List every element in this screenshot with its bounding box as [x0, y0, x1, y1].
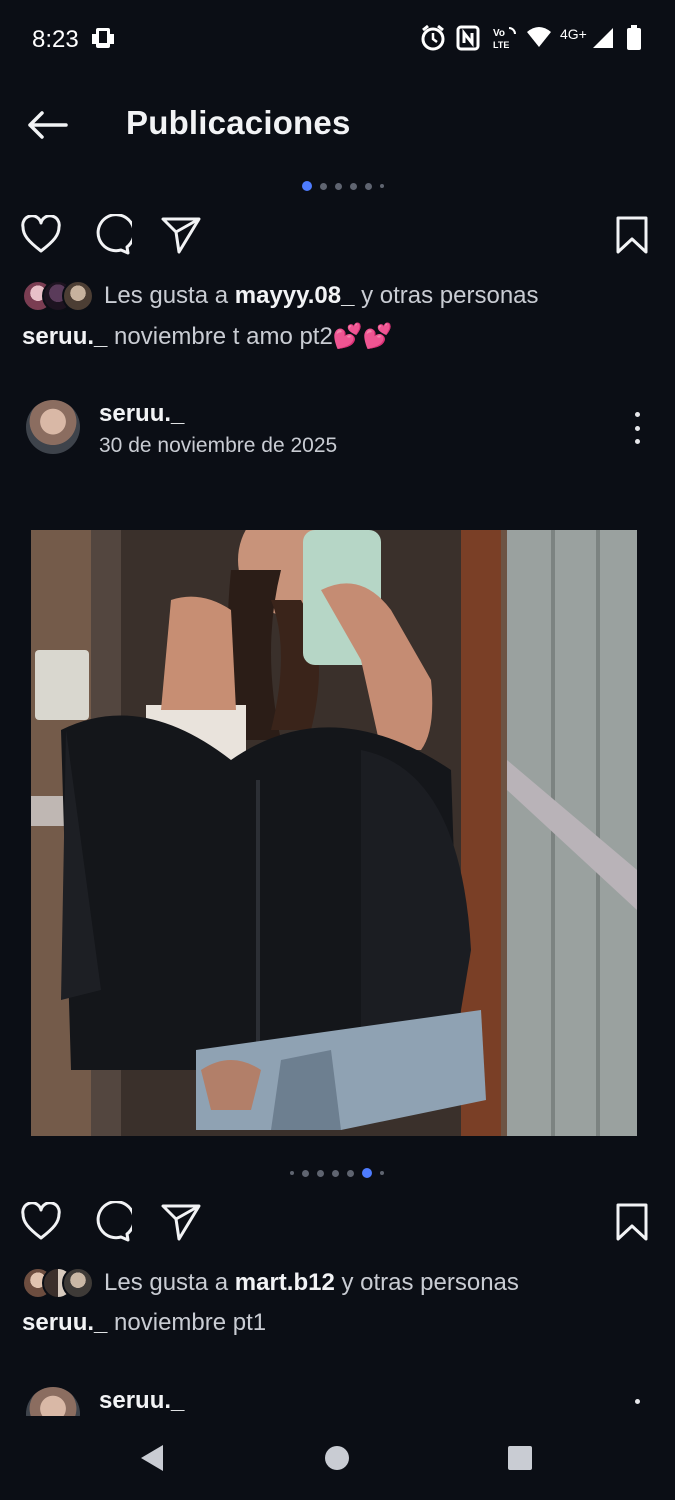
system-nav-bar [0, 1416, 675, 1500]
comment-button[interactable] [88, 1199, 134, 1245]
save-button[interactable] [609, 212, 655, 258]
send-icon [161, 1204, 201, 1241]
status-time: 8:23 [32, 26, 79, 53]
more-options-button[interactable] [625, 1399, 649, 1417]
post-author[interactable]: seruu._ [99, 400, 184, 428]
carousel-dot [335, 182, 342, 190]
post-caption: seruu._ noviembre t amo pt2💕💕 [22, 323, 393, 350]
screenshot-icon [90, 26, 118, 57]
post-actions [0, 1199, 675, 1249]
svg-text:LTE: LTE [493, 40, 509, 50]
status-bar: 8:23 Vo LTE 4G+ [0, 0, 675, 80]
bookmark-icon [616, 1203, 648, 1241]
comment-icon [96, 214, 132, 255]
carousel-dot [320, 182, 327, 190]
back-button[interactable] [22, 102, 72, 148]
back-triangle-icon [141, 1445, 163, 1471]
like-button[interactable] [18, 1199, 64, 1245]
like-button[interactable] [18, 212, 64, 258]
nav-recents-button[interactable] [500, 1438, 540, 1478]
nav-home-button[interactable] [317, 1438, 357, 1478]
bookmark-icon [616, 216, 648, 254]
liker-avatars [22, 1267, 94, 1299]
carousel-dot-active [302, 181, 312, 191]
avatar[interactable] [26, 400, 80, 454]
recents-square-icon [508, 1446, 532, 1470]
carousel-dot [332, 1169, 339, 1177]
heart-icon [21, 215, 61, 253]
photo-scene [31, 530, 637, 1136]
wifi-icon [526, 24, 552, 55]
more-dot [634, 439, 640, 444]
post-date: 30 de noviembre de 2025 [99, 434, 338, 457]
svg-text:Vo: Vo [493, 28, 505, 39]
app-header: Publicaciones [0, 90, 675, 160]
more-options-button[interactable] [625, 412, 649, 444]
carousel-indicator [302, 181, 384, 191]
more-dot [634, 425, 640, 431]
signal-icon [591, 24, 615, 55]
arrow-left-icon [28, 111, 68, 139]
carousel-dot [380, 184, 384, 188]
likes-summary[interactable]: Les gusta a mart.b12 y otras personas [22, 1265, 519, 1301]
avatar [62, 280, 94, 312]
post-header: seruu._ 30 de noviembre de 2025 [0, 400, 675, 470]
share-button[interactable] [158, 1199, 204, 1245]
avatar[interactable] [26, 1387, 80, 1416]
battery-icon [626, 24, 642, 57]
more-dot [634, 412, 640, 417]
share-button[interactable] [158, 212, 204, 258]
nav-back-button[interactable] [132, 1438, 172, 1478]
comment-button[interactable] [88, 212, 134, 258]
network-label: 4G+ [560, 26, 587, 42]
post-header: seruu._ [0, 1387, 675, 1416]
caption-username[interactable]: seruu._ [22, 1309, 107, 1336]
volte-icon: Vo LTE [491, 24, 519, 57]
post-author[interactable]: seruu._ [99, 1387, 184, 1415]
carousel-dot [302, 1169, 309, 1177]
page-title: Publicaciones [126, 104, 351, 141]
post-caption: seruu._ noviembre pt1 [22, 1309, 267, 1336]
save-button[interactable] [609, 1199, 655, 1245]
liker-username[interactable]: mayyy.08_ [235, 282, 355, 309]
liker-avatars [22, 280, 94, 312]
post-image[interactable] [31, 530, 637, 1136]
caption-username[interactable]: seruu._ [22, 323, 107, 350]
carousel-dot [365, 182, 372, 190]
home-circle-icon [325, 1446, 349, 1470]
carousel-dot [350, 182, 357, 190]
carousel-indicator [290, 1168, 384, 1178]
more-dot [634, 1399, 640, 1404]
nfc-icon [456, 24, 480, 57]
alarm-icon [420, 24, 446, 57]
carousel-dot [380, 1171, 384, 1175]
carousel-dot [317, 1169, 324, 1177]
likes-summary[interactable]: Les gusta a mayyy.08_ y otras personas [22, 278, 539, 314]
post-actions [0, 212, 675, 262]
heart-icon [21, 1202, 61, 1240]
avatar [62, 1267, 94, 1299]
send-icon [161, 217, 201, 254]
liker-username[interactable]: mart.b12 [235, 1269, 335, 1296]
carousel-dot-active [362, 1168, 372, 1178]
carousel-dot [347, 1169, 354, 1177]
comment-icon [96, 1201, 132, 1242]
likes-text: Les gusta a mayyy.08_ y otras personas [104, 282, 539, 309]
likes-text: Les gusta a mart.b12 y otras personas [104, 1269, 519, 1296]
carousel-dot [290, 1171, 294, 1175]
